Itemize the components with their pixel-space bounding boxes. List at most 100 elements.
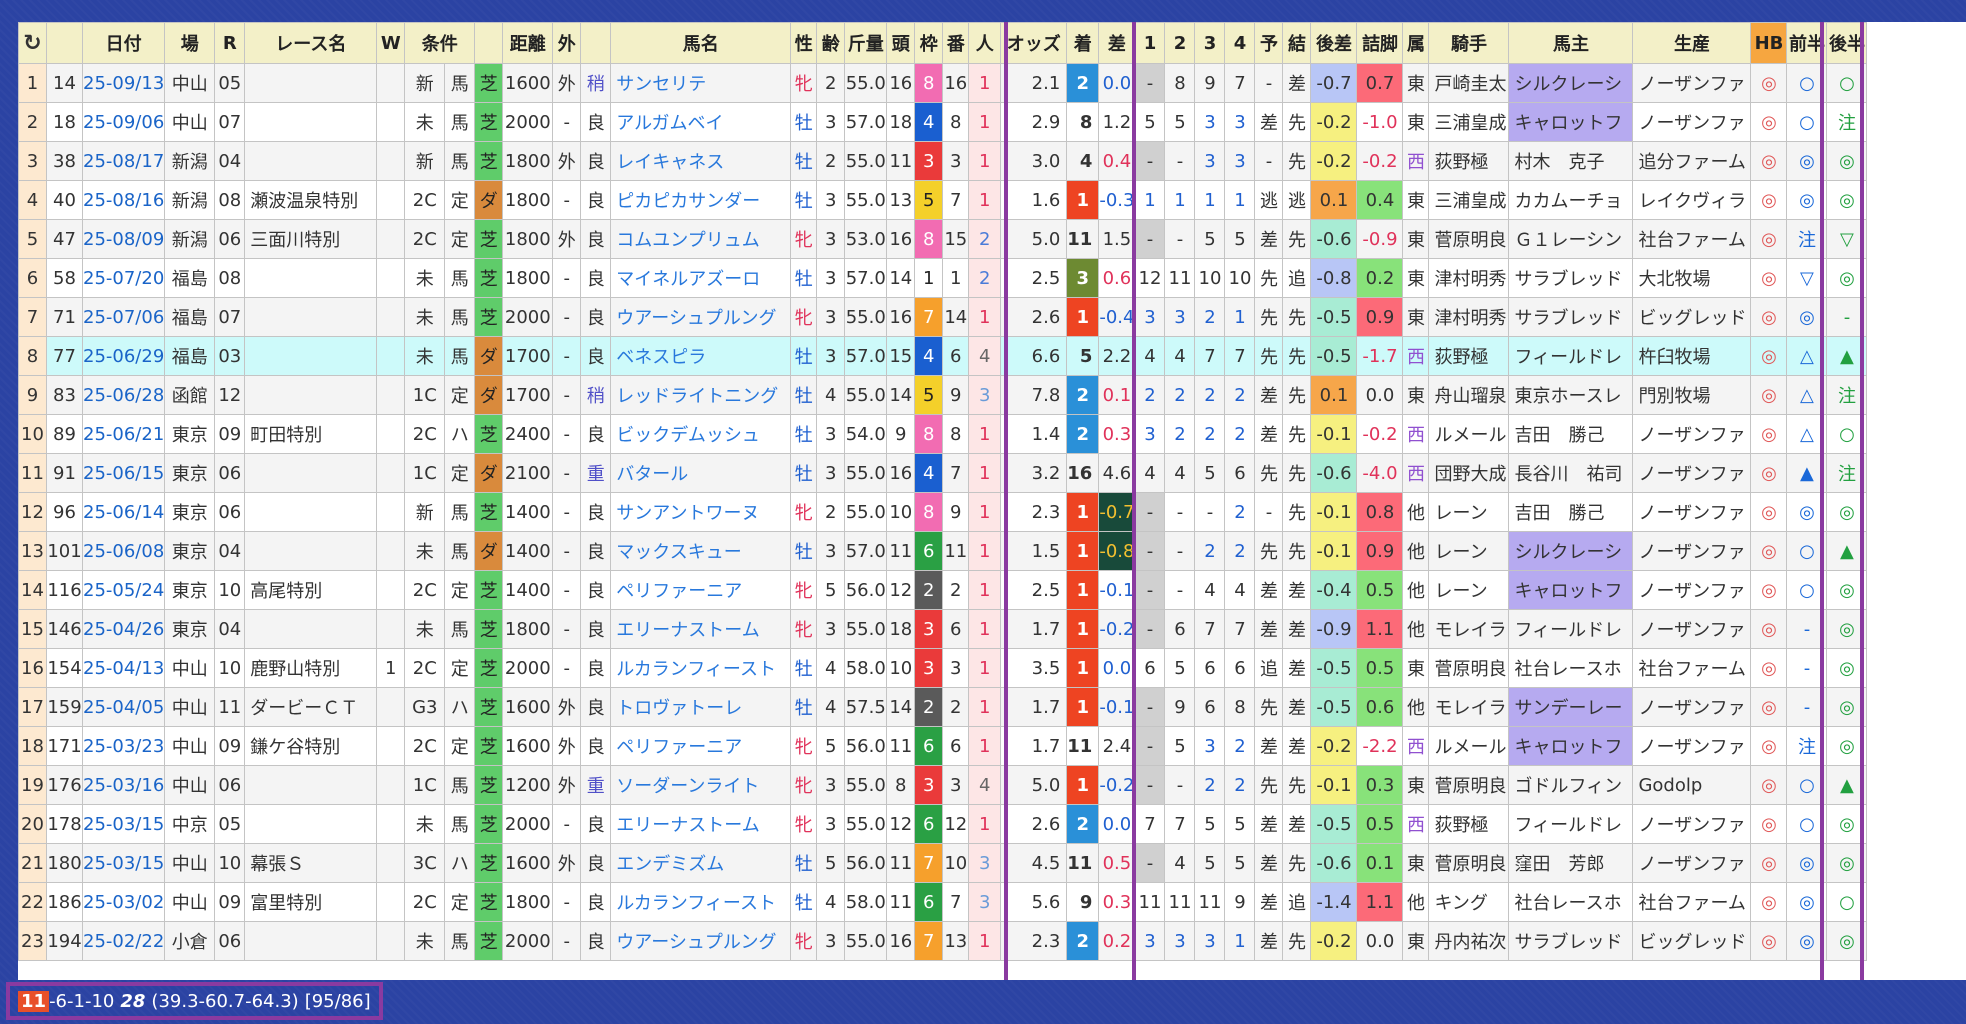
- table-row[interactable]: 14 116 25-05/24 東京 10 高尾特別 2C 定芝 1400- 良ペリファーニア牝 5…: [18, 570, 1868, 610]
- jockey[interactable]: 戸崎圭太: [1428, 63, 1510, 103]
- col-header-horse[interactable]: 馬名: [610, 22, 792, 64]
- owner[interactable]: 吉田 勝己: [1508, 414, 1634, 454]
- horse-name-link[interactable]: ペリファーニア: [610, 726, 792, 766]
- jockey[interactable]: ルメール: [1428, 414, 1510, 454]
- owner[interactable]: キャロットフ: [1508, 726, 1634, 766]
- jockey[interactable]: レーン: [1428, 531, 1510, 571]
- jockey[interactable]: 三浦皇成: [1428, 102, 1510, 142]
- table-row[interactable]: 15 146 25-04/26 東京 04 未馬芝 1800- 良エリーナストーム牝 3 55.0…: [18, 609, 1868, 649]
- race-date-link[interactable]: 25-08/17: [81, 141, 166, 181]
- refresh-icon[interactable]: ↻: [18, 22, 47, 64]
- owner[interactable]: 吉田 勝己: [1508, 492, 1634, 532]
- table-row[interactable]: 18 171 25-03/23 中山 09 鎌ケ谷特別 2C 定芝 1600 外良ペリファーニア牝…: [18, 726, 1868, 766]
- col-header-jockey[interactable]: 騎手: [1428, 22, 1510, 64]
- jockey[interactable]: 舟山瑠泉: [1428, 375, 1510, 415]
- col-header-kirei[interactable]: 詰脚: [1356, 22, 1404, 64]
- race-date-link[interactable]: 25-09/13: [81, 63, 166, 103]
- table-row[interactable]: 12 96 25-06/14 東京 06 新馬芝 1400- 良サンアントワーヌ牝 2 55.0 1…: [18, 492, 1868, 532]
- col-header-venue[interactable]: 場: [164, 22, 216, 64]
- col-header-w[interactable]: W: [376, 22, 406, 64]
- owner[interactable]: サンデーレー: [1508, 687, 1634, 727]
- jockey[interactable]: キング: [1428, 882, 1510, 922]
- jockey[interactable]: 三浦皇成: [1428, 180, 1510, 220]
- table-row[interactable]: 3 38 25-08/17 新潟 04 新馬芝 1800 外良レイキャネス牡 2 55.0 11 3 3…: [18, 141, 1868, 181]
- table-row[interactable]: 7 71 25-07/06 福島 07 未馬芝 2000- 良ウアーシュプルング牝 3 55.0 1…: [18, 297, 1868, 337]
- horse-name-link[interactable]: マイネルアズーロ: [610, 258, 792, 298]
- horse-name-link[interactable]: サンセリテ: [610, 63, 792, 103]
- jockey[interactable]: 菅原明良: [1428, 765, 1510, 805]
- race-date-link[interactable]: 25-08/16: [81, 180, 166, 220]
- col-header-diff[interactable]: 差: [1098, 22, 1136, 64]
- owner[interactable]: シルクレーシ: [1508, 63, 1634, 103]
- jockey[interactable]: 荻野極: [1428, 336, 1510, 376]
- col-header-distance[interactable]: 距離: [502, 22, 554, 64]
- race-date-link[interactable]: 25-04/05: [81, 687, 166, 727]
- owner[interactable]: シルクレーシ: [1508, 531, 1634, 571]
- race-date-link[interactable]: 25-05/24: [81, 570, 166, 610]
- owner[interactable]: キャロットフ: [1508, 102, 1634, 142]
- race-date-link[interactable]: 25-07/20: [81, 258, 166, 298]
- col-header-corner4[interactable]: 4: [1224, 22, 1256, 64]
- horse-name-link[interactable]: エンデミズム: [610, 843, 792, 883]
- race-date-link[interactable]: 25-06/14: [81, 492, 166, 532]
- race-date-link[interactable]: 25-06/21: [81, 414, 166, 454]
- jockey[interactable]: レーン: [1428, 492, 1510, 532]
- table-row[interactable]: 6 58 25-07/20 福島 08 未馬芝 1800- 良マイネルアズーロ牡 3 57.0 14…: [18, 258, 1868, 298]
- col-header-id[interactable]: [46, 22, 83, 64]
- col-header-heads[interactable]: 頭: [886, 22, 916, 64]
- col-header-popularity[interactable]: 人: [968, 22, 1002, 64]
- col-header-owner[interactable]: 馬主: [1508, 22, 1634, 64]
- horse-name-link[interactable]: ピカピカサンダー: [610, 180, 792, 220]
- horse-name-link[interactable]: コムユンプリュム: [610, 219, 792, 259]
- owner[interactable]: Ｇ１レーシン: [1508, 219, 1634, 259]
- owner[interactable]: ゴドルフィン: [1508, 765, 1634, 805]
- owner[interactable]: 社台レースホ: [1508, 648, 1634, 688]
- table-row[interactable]: 2 18 25-09/06 中山 07 未馬芝 2000- 良アルガムベイ牡 3 57.0 18 4 8…: [18, 102, 1868, 142]
- jockey[interactable]: 荻野極: [1428, 141, 1510, 181]
- horse-name-link[interactable]: ソーダーンライト: [610, 765, 792, 805]
- horse-name-link[interactable]: ペリファーニア: [610, 570, 792, 610]
- col-header-odds[interactable]: オッズ: [1000, 22, 1068, 64]
- horse-name-link[interactable]: エリーナストーム: [610, 804, 792, 844]
- race-date-link[interactable]: 25-03/16: [81, 765, 166, 805]
- horse-name-link[interactable]: サンアントワーヌ: [610, 492, 792, 532]
- race-date-link[interactable]: 25-06/15: [81, 453, 166, 493]
- horse-name-link[interactable]: レイキャネス: [610, 141, 792, 181]
- table-row[interactable]: 17 159 25-04/05 中山 11 ダービーＣＴ G3 ハ芝 1600 外良トロヴァトーレ…: [18, 687, 1868, 727]
- table-row[interactable]: 10 89 25-06/21 東京 09 町田特別 2C ハ芝 2400- 良ビックデムッシュ牡 3…: [18, 414, 1868, 454]
- col-header-age[interactable]: 齢: [816, 22, 846, 64]
- horse-name-link[interactable]: マックスキュー: [610, 531, 792, 571]
- col-header-race-name[interactable]: レース名: [244, 22, 378, 64]
- col-header-hb[interactable]: HB: [1750, 22, 1788, 64]
- horse-name-link[interactable]: ルカランフィースト: [610, 648, 792, 688]
- owner[interactable]: 社台レースホ: [1508, 882, 1634, 922]
- race-date-link[interactable]: 25-03/23: [81, 726, 166, 766]
- col-header-date[interactable]: 日付: [81, 22, 166, 64]
- col-header-ban[interactable]: 番: [942, 22, 970, 64]
- jockey[interactable]: 丹内祐次: [1428, 921, 1510, 961]
- jockey[interactable]: 団野大成: [1428, 453, 1510, 493]
- table-row[interactable]: 20 178 25-03/15 中京 05 未馬芝 2000- 良エリーナストーム牝 3 55.0…: [18, 804, 1868, 844]
- horse-name-link[interactable]: アルガムベイ: [610, 102, 792, 142]
- horse-name-link[interactable]: レッドライトニング: [610, 375, 792, 415]
- table-row[interactable]: 8 77 25-06/29 福島 03 未馬ダ 1700- 良ベネスピラ牡 3 57.0 15 4 6 4…: [18, 336, 1868, 376]
- race-date-link[interactable]: 25-09/06: [81, 102, 166, 142]
- horse-name-link[interactable]: トロヴァトーレ: [610, 687, 792, 727]
- race-date-link[interactable]: 25-03/02: [81, 882, 166, 922]
- owner[interactable]: サラブレッド: [1508, 921, 1634, 961]
- race-date-link[interactable]: 25-07/06: [81, 297, 166, 337]
- owner[interactable]: 長谷川 祐司: [1508, 453, 1634, 493]
- jockey[interactable]: 荻野極: [1428, 804, 1510, 844]
- col-header-corner2[interactable]: 2: [1164, 22, 1196, 64]
- owner[interactable]: サラブレッド: [1508, 258, 1634, 298]
- jockey[interactable]: ルメール: [1428, 726, 1510, 766]
- table-row[interactable]: 22 186 25-03/02 中山 09 富里特別 2C 定芝 1800- 良ルカランフィースト…: [18, 882, 1868, 922]
- jockey[interactable]: 菅原明良: [1428, 219, 1510, 259]
- table-row[interactable]: 1 14 25-09/13 中山 05 新馬芝 1600 外稍サンセリテ牝 2 55.0 16 8 16…: [18, 63, 1868, 103]
- owner[interactable]: フィールドレ: [1508, 804, 1634, 844]
- col-header-finish[interactable]: 着: [1066, 22, 1100, 64]
- jockey[interactable]: 津村明秀: [1428, 258, 1510, 298]
- owner[interactable]: 村木 克子: [1508, 141, 1634, 181]
- col-header-pred[interactable]: 予: [1254, 22, 1284, 64]
- race-date-link[interactable]: 25-04/13: [81, 648, 166, 688]
